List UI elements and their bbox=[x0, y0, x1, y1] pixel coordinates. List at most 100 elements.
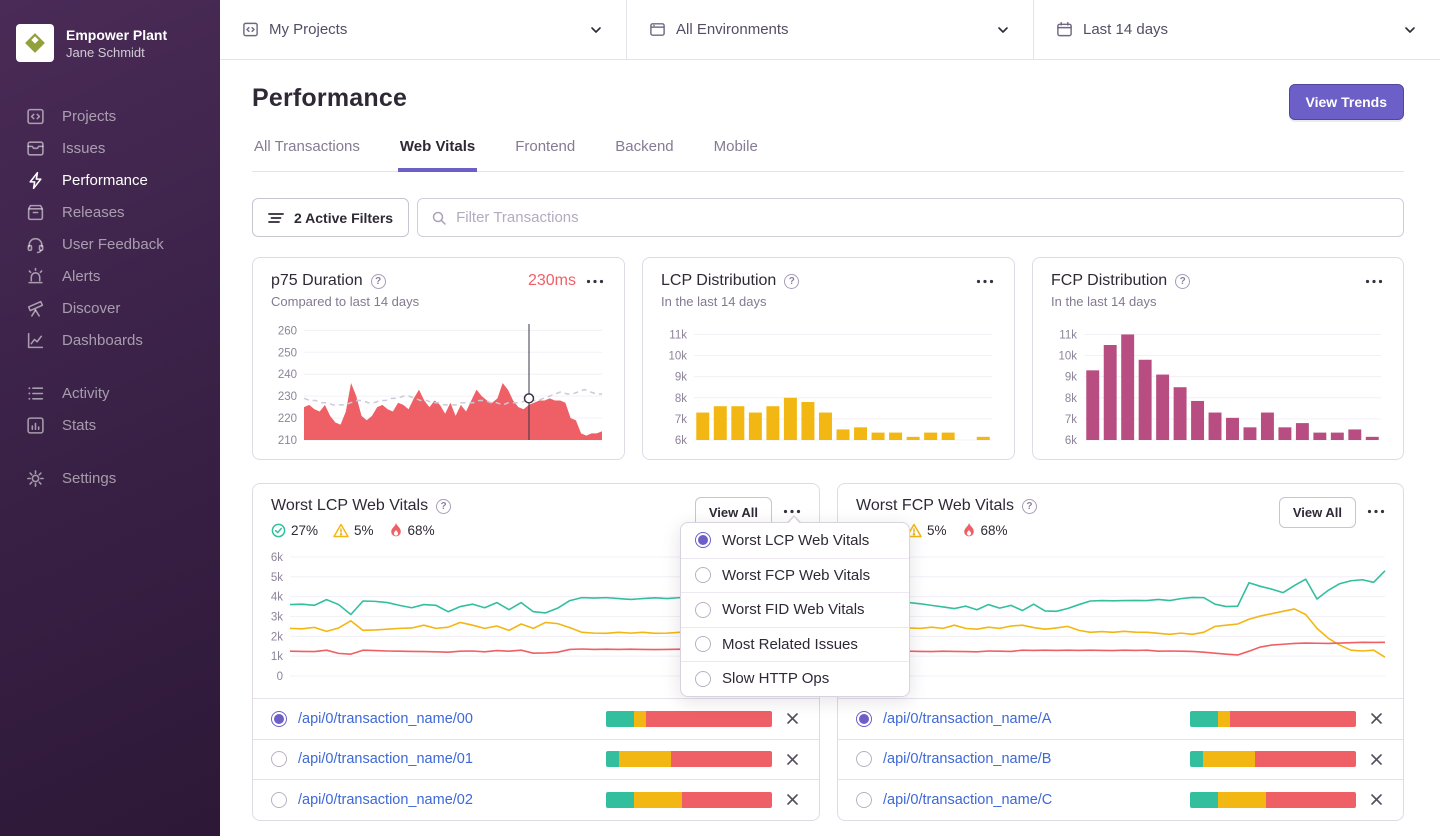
transaction-list: /api/0/transaction_name/A /api/0/transac… bbox=[838, 698, 1403, 820]
sidebar-item-dashboards[interactable]: Dashboards bbox=[0, 324, 220, 356]
issues-icon bbox=[27, 140, 44, 156]
search-input[interactable] bbox=[456, 209, 1390, 226]
summary-cards-row: p75 Duration ? 230ms Compared to last 14… bbox=[252, 257, 1404, 460]
sidebar-item-label: Projects bbox=[62, 107, 117, 125]
chevron-down-icon bbox=[1405, 26, 1415, 33]
sidebar-item-discover[interactable]: Discover bbox=[0, 292, 220, 324]
active-filters-button[interactable]: 2 Active Filters bbox=[252, 198, 410, 237]
org-switcher[interactable]: Empower Plant Jane Schmidt bbox=[0, 20, 220, 62]
close-icon[interactable] bbox=[783, 790, 802, 809]
radio-button[interactable] bbox=[271, 791, 287, 808]
empower-plant-logo-icon bbox=[25, 33, 45, 53]
tab-mobile[interactable]: Mobile bbox=[712, 138, 760, 172]
radio-button[interactable] bbox=[856, 751, 872, 768]
tab-backend[interactable]: Backend bbox=[613, 138, 675, 172]
radio-button bbox=[695, 636, 711, 653]
sidebar-item-performance[interactable]: Performance bbox=[0, 164, 220, 196]
menu-item-worst-fid[interactable]: Worst FID Web Vitals bbox=[681, 592, 909, 627]
worst-fcp-card: Worst FCP Web Vitals ? 5% 68% View All /… bbox=[837, 483, 1404, 821]
close-icon[interactable] bbox=[1367, 750, 1386, 769]
help-icon[interactable]: ? bbox=[1175, 273, 1191, 289]
siren-icon bbox=[28, 267, 43, 283]
overflow-menu-button[interactable] bbox=[1363, 275, 1385, 288]
menu-item-most-related-issues[interactable]: Most Related Issues bbox=[681, 626, 909, 662]
sidebar-item-releases[interactable]: Releases bbox=[0, 196, 220, 228]
p75-duration-card: p75 Duration ? 230ms Compared to last 14… bbox=[252, 257, 625, 460]
close-icon[interactable] bbox=[783, 750, 802, 769]
sidebar-item-issues[interactable]: Issues bbox=[0, 132, 220, 164]
transaction-link[interactable]: /api/0/transaction_name/A bbox=[883, 711, 1051, 727]
fcp-distribution-card: FCP Distribution ? In the last 14 days 6… bbox=[1032, 257, 1404, 460]
p75-duration-chart[interactable]: 210 220 230 240 250 260 bbox=[271, 319, 606, 447]
menu-item-worst-fcp[interactable]: Worst FCP Web Vitals bbox=[681, 557, 909, 593]
svg-text:230: 230 bbox=[278, 391, 297, 403]
tab-web-vitals[interactable]: Web Vitals bbox=[397, 138, 478, 172]
menu-item-worst-lcp[interactable]: Worst LCP Web Vitals bbox=[681, 523, 909, 558]
main-area: My Projects All Environments Last 14 day… bbox=[220, 0, 1440, 836]
overflow-menu-button[interactable] bbox=[974, 275, 996, 288]
page-header: Performance View Trends All Transactions… bbox=[220, 60, 1440, 172]
vitals-breakdown-bar[interactable] bbox=[1190, 791, 1356, 808]
close-icon[interactable] bbox=[783, 709, 802, 728]
menu-item-slow-http-ops[interactable]: Slow HTTP Ops bbox=[681, 661, 909, 696]
sidebar-item-alerts[interactable]: Alerts bbox=[0, 260, 220, 292]
svg-text:1k: 1k bbox=[271, 651, 283, 663]
overflow-menu-button[interactable] bbox=[584, 275, 606, 288]
filter-icon bbox=[268, 212, 284, 223]
good-vitals-badge: 27% bbox=[271, 523, 318, 538]
card-title: LCP Distribution bbox=[661, 272, 777, 289]
chevron-down-icon bbox=[998, 26, 1008, 33]
radio-button[interactable] bbox=[856, 791, 872, 808]
sidebar-item-label: Settings bbox=[62, 469, 117, 487]
sidebar-item-activity[interactable]: Activity bbox=[0, 377, 220, 409]
overflow-menu-button[interactable] bbox=[1365, 505, 1387, 518]
radio-button bbox=[695, 601, 711, 618]
view-trends-button[interactable]: View Trends bbox=[1288, 84, 1404, 120]
transaction-link[interactable]: /api/0/transaction_name/C bbox=[883, 792, 1052, 808]
lcp-distribution-chart[interactable]: 6k 7k 8k 9k 10k 11k bbox=[661, 319, 996, 447]
help-icon[interactable]: ? bbox=[1021, 498, 1037, 514]
project-selector[interactable]: My Projects bbox=[220, 0, 627, 59]
date-range-selector[interactable]: Last 14 days bbox=[1034, 0, 1440, 59]
view-all-button[interactable]: View All bbox=[1278, 497, 1356, 528]
close-icon[interactable] bbox=[1367, 790, 1386, 809]
radio-button[interactable] bbox=[271, 710, 287, 727]
table-row: /api/0/transaction_name/02 bbox=[253, 779, 819, 820]
ellipsis-icon bbox=[1367, 509, 1385, 514]
help-icon[interactable]: ? bbox=[370, 273, 386, 289]
close-icon[interactable] bbox=[1367, 709, 1386, 728]
sidebar-item-projects[interactable]: Projects bbox=[0, 100, 220, 132]
transaction-link[interactable]: /api/0/transaction_name/02 bbox=[298, 792, 473, 808]
tab-frontend[interactable]: Frontend bbox=[513, 138, 577, 172]
org-name: Empower Plant bbox=[66, 27, 168, 43]
environment-selector[interactable]: All Environments bbox=[627, 0, 1034, 59]
radio-button[interactable] bbox=[271, 751, 287, 768]
svg-text:3k: 3k bbox=[271, 611, 283, 623]
radio-button[interactable] bbox=[856, 710, 872, 727]
poor-vitals-badge: 68% bbox=[962, 522, 1008, 538]
calendar-icon bbox=[1057, 21, 1072, 37]
sidebar-item-stats[interactable]: Stats bbox=[0, 409, 220, 441]
vitals-breakdown-bar[interactable] bbox=[606, 710, 772, 727]
search-box bbox=[417, 198, 1404, 237]
user-name: Jane Schmidt bbox=[66, 45, 145, 60]
card-subtitle: Compared to last 14 days bbox=[271, 294, 420, 309]
vitals-breakdown-bar[interactable] bbox=[606, 751, 772, 768]
help-icon[interactable]: ? bbox=[784, 273, 800, 289]
vitals-breakdown-bar[interactable] bbox=[1190, 751, 1356, 768]
transaction-link[interactable]: /api/0/transaction_name/01 bbox=[298, 751, 473, 767]
sidebar-item-user-feedback[interactable]: User Feedback bbox=[0, 228, 220, 260]
transaction-link[interactable]: /api/0/transaction_name/B bbox=[883, 751, 1051, 767]
flame-icon bbox=[963, 522, 974, 537]
transaction-link[interactable]: /api/0/transaction_name/00 bbox=[298, 711, 473, 727]
tab-all-transactions[interactable]: All Transactions bbox=[252, 138, 362, 172]
worst-fcp-chart[interactable]: 01k2k3k4k5k6k bbox=[842, 542, 1389, 692]
vitals-breakdown-bar[interactable] bbox=[1190, 710, 1356, 727]
project-selector-value: My Projects bbox=[269, 21, 348, 38]
sidebar-item-settings[interactable]: Settings bbox=[0, 462, 220, 494]
fcp-distribution-chart[interactable]: 6k 7k 8k 9k 10k 11k bbox=[1051, 319, 1385, 447]
svg-text:11k: 11k bbox=[1059, 329, 1077, 341]
card-title: p75 Duration bbox=[271, 272, 363, 289]
vitals-breakdown-bar[interactable] bbox=[606, 791, 772, 808]
help-icon[interactable]: ? bbox=[436, 498, 452, 514]
